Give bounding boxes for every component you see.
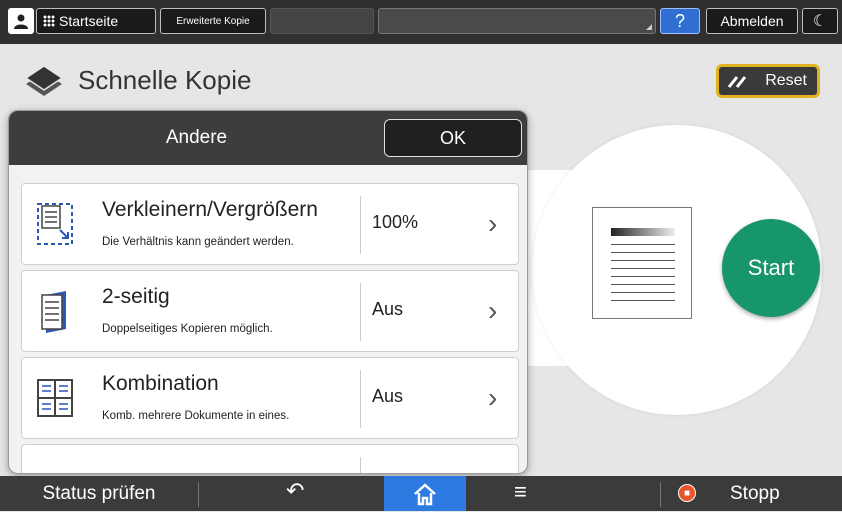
reset-button[interactable]: Reset — [716, 64, 820, 98]
home-app-button[interactable]: Startseite — [36, 8, 156, 34]
message-field[interactable] — [378, 8, 656, 34]
start-button[interactable]: Start — [722, 219, 820, 317]
help-button[interactable]: ? — [660, 8, 700, 34]
row-title: 2-seitig — [102, 285, 170, 308]
status-check-button[interactable]: Status prüfen — [0, 476, 198, 511]
row-divider — [360, 196, 361, 254]
page-preview-icon — [592, 207, 692, 319]
home-app-label: Startseite — [59, 13, 119, 29]
menu-icon[interactable]: ≡ — [514, 479, 527, 505]
top-bar: Startseite Erweiterte Kopie ? Abmelden ☾ — [0, 0, 842, 44]
back-icon[interactable]: ↶ — [286, 478, 304, 504]
ok-button[interactable]: OK — [384, 119, 522, 157]
setting-row-duplex[interactable]: 2-seitig Doppelseitiges Kopieren möglich… — [21, 270, 519, 352]
resize-icon — [37, 203, 73, 245]
help-label: ? — [674, 10, 685, 31]
copy-stack-icon — [24, 65, 64, 96]
row-divider — [360, 283, 361, 341]
logout-label: Abmelden — [720, 13, 784, 29]
row-description: Komb. mehrere Dokumente in eines. — [102, 410, 290, 422]
user-icon — [14, 14, 28, 29]
status-check-label: Status prüfen — [42, 483, 156, 504]
stop-button[interactable]: Stopp — [730, 476, 780, 511]
copy-app-label: Erweiterte Kopie — [176, 15, 250, 27]
row-value: Aus — [372, 299, 404, 319]
bottom-divider — [198, 482, 199, 507]
bottom-bar: Status prüfen ↶ ≡ ■ Stopp — [0, 476, 842, 511]
user-button[interactable] — [8, 8, 34, 34]
ok-label: OK — [439, 127, 466, 148]
row-description: Die Verhältnis kann geändert werden. — [102, 236, 294, 248]
duplex-icon — [41, 291, 66, 333]
energy-saver-button[interactable]: ☾ — [802, 8, 838, 34]
stop-icon[interactable]: ■ — [678, 484, 696, 502]
chevron-right-icon: › — [488, 382, 498, 413]
setting-row-partial[interactable] — [21, 444, 519, 473]
setting-row-resize[interactable]: Verkleinern/Vergrößern Die Verhältnis ka… — [21, 183, 519, 265]
page-title: Schnelle Kopie — [78, 64, 252, 95]
dialog-title: Andere — [165, 127, 228, 148]
other-settings-dialog: Andere OK Verkleinern/Vergrößern Die Ver… — [8, 110, 528, 474]
row-divider — [360, 370, 361, 428]
setting-row-combine[interactable]: Kombination Komb. mehrere Dokumente in e… — [21, 357, 519, 439]
row-description: Doppelseitiges Kopieren möglich. — [102, 323, 273, 335]
moon-icon: ☾ — [812, 13, 828, 30]
copy-app-tab[interactable]: Erweiterte Kopie — [160, 8, 266, 34]
title-row: Schnelle Kopie — [22, 60, 251, 100]
row-value: Aus — [372, 386, 404, 406]
home-button[interactable] — [384, 476, 466, 511]
empty-app-slot[interactable] — [270, 8, 374, 34]
chevron-right-icon: › — [488, 295, 498, 326]
resize-corner-icon — [646, 24, 652, 30]
start-label: Start — [747, 255, 795, 280]
home-icon — [414, 482, 436, 505]
dialog-header: Andere OK — [9, 111, 527, 165]
bottom-divider — [660, 482, 661, 507]
chevron-right-icon: › — [488, 208, 498, 239]
row-title: Kombination — [102, 372, 219, 395]
logout-button[interactable]: Abmelden — [706, 8, 798, 34]
combine-icon — [37, 379, 73, 417]
row-value: 100% — [372, 212, 419, 232]
row-divider — [360, 457, 361, 473]
reset-label: Reset — [765, 72, 807, 89]
reset-icon — [727, 76, 747, 88]
apps-grid-icon — [43, 15, 55, 27]
row-title: Verkleinern/Vergrößern — [102, 198, 318, 221]
